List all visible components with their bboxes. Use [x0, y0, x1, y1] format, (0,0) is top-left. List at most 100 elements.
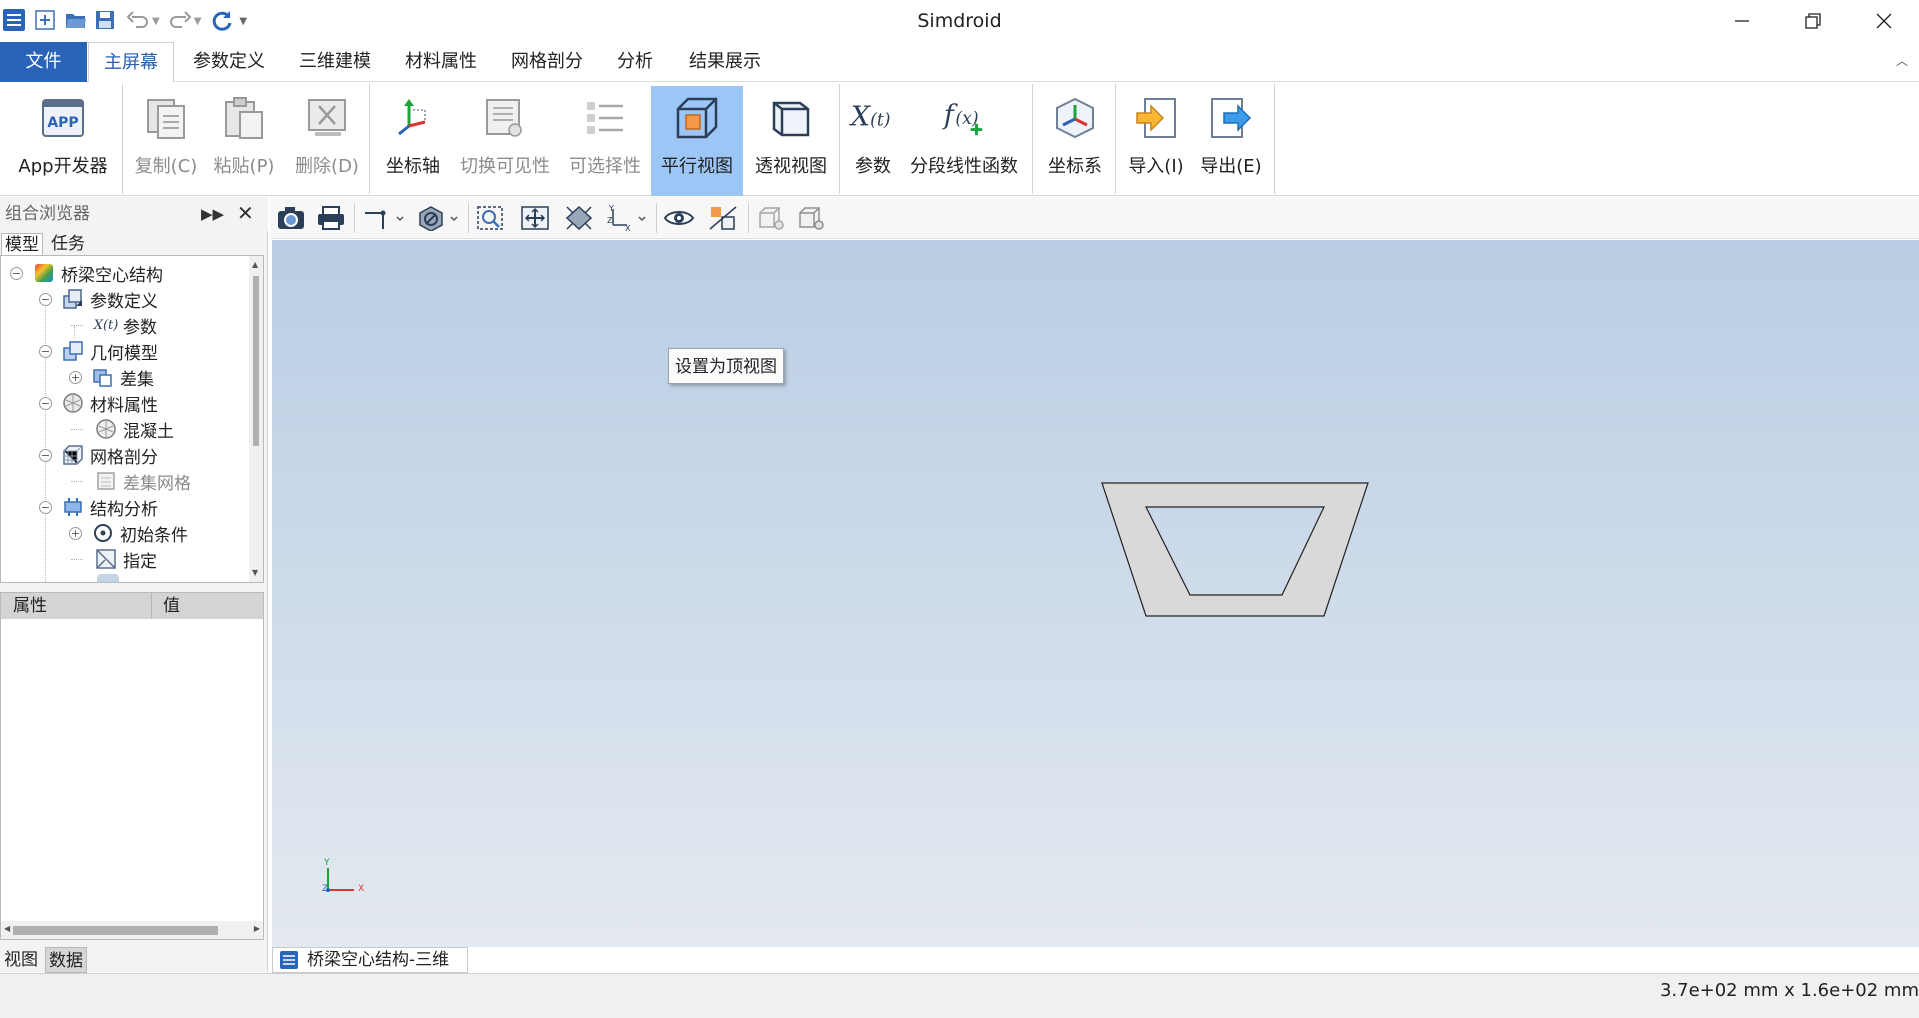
import-icon — [1132, 94, 1180, 142]
toggle-visibility-button[interactable]: 切换可见性 — [456, 86, 554, 196]
view-eye-icon[interactable] — [662, 203, 696, 233]
tab-model[interactable]: 模型 — [1, 233, 43, 255]
tree-item-initial-conditions[interactable]: + 初始条件 — [69, 520, 188, 546]
expand-icon[interactable]: + — [69, 526, 82, 540]
copy-button[interactable]: 复制(C) — [128, 86, 204, 196]
parallel-view-button[interactable]: 平行视图 — [651, 86, 743, 196]
standard-views-dropdown-icon[interactable]: YZ X — [604, 203, 650, 233]
tab-3d-modeling[interactable]: 三维建模 — [286, 42, 384, 82]
parameter-button[interactable]: X (t) 参数 — [845, 86, 901, 196]
section-plane-icon[interactable] — [706, 203, 740, 233]
fit-selection-icon[interactable] — [562, 203, 596, 233]
app-developer-button[interactable]: APP App开发器 — [8, 86, 118, 196]
toolbar-divider — [468, 203, 469, 233]
collapse-icon[interactable]: − — [39, 448, 52, 462]
export-button[interactable]: 导出(E) — [1196, 86, 1266, 196]
tab-analysis[interactable]: 分析 — [604, 42, 666, 82]
tab-home[interactable]: 主屏幕 — [88, 42, 174, 82]
tab-data[interactable]: 数据 — [45, 947, 87, 973]
tab-view[interactable]: 视图 — [1, 947, 41, 973]
light-box-alt-icon[interactable] — [794, 203, 828, 233]
property-scrollbar[interactable]: ◀ ▶ — [1, 921, 263, 939]
restore-button[interactable] — [1783, 4, 1843, 38]
box-zoom-icon[interactable] — [474, 203, 508, 233]
tree-item-mesh[interactable]: − 网格剖分 — [39, 442, 158, 468]
collapse-icon[interactable]: − — [39, 292, 52, 306]
delete-button[interactable]: 删除(D) — [284, 86, 370, 196]
tree-item-root[interactable]: − 桥梁空心结构 — [10, 260, 163, 286]
dimensions-readout: 3.7e+02 mm x 1.6e+02 mm — [1659, 980, 1919, 1001]
screenshot-camera-icon[interactable] — [274, 203, 308, 233]
tree-item-assign[interactable]: 指定 — [71, 546, 157, 572]
tree-item-parameter-definition[interactable]: − 参数定义 — [39, 286, 158, 312]
tree-scrollbar[interactable]: ▲ ▼ — [249, 256, 263, 582]
tab-material-properties[interactable]: 材料属性 — [392, 42, 490, 82]
bridge-hollow-section-shape[interactable] — [272, 240, 1919, 947]
tree-item-difference-mesh[interactable]: 差集网格 — [71, 468, 191, 494]
tree-item-parameter[interactable]: X(t) 参数 — [71, 312, 157, 338]
parallel-view-icon — [673, 94, 721, 142]
tree-item-label: 参数定义 — [90, 291, 158, 312]
tree-item-label: 差集 — [120, 369, 154, 390]
measure-dropdown-icon[interactable] — [360, 203, 406, 233]
collapse-icon[interactable]: − — [39, 396, 52, 410]
fit-all-icon[interactable] — [518, 203, 552, 233]
tab-task[interactable]: 任务 — [48, 233, 88, 255]
axis-y-label: Y — [324, 858, 330, 868]
3d-viewport[interactable]: 设置为顶视图 Y X Z — [272, 240, 1919, 947]
tree-item-geometry[interactable]: − 几何模型 — [39, 338, 158, 364]
minimize-button[interactable] — [1712, 4, 1772, 38]
scroll-down-icon[interactable]: ▼ — [252, 568, 258, 577]
close-panel-icon[interactable]: ✕ — [237, 201, 254, 225]
close-button[interactable] — [1854, 4, 1914, 38]
piecewise-linear-button[interactable]: f (x) 分段线性函数 — [906, 86, 1022, 196]
print-icon[interactable] — [314, 203, 348, 233]
document-tab[interactable]: 桥梁空心结构-三维 — [272, 947, 468, 973]
axis-button[interactable]: 坐标轴 — [374, 86, 452, 196]
collapse-icon[interactable]: − — [39, 500, 52, 514]
tree-item-label: 结构分析 — [90, 499, 158, 520]
expand-icon[interactable]: + — [69, 370, 82, 384]
coordinate-system-label: 坐标系 — [1048, 156, 1102, 177]
light-box-icon[interactable] — [754, 203, 788, 233]
import-button[interactable]: 导入(I) — [1121, 86, 1191, 196]
tree-item-label: 初始条件 — [120, 525, 188, 546]
scroll-up-icon[interactable]: ▲ — [252, 260, 258, 269]
ribbon-divider — [122, 84, 123, 194]
collapse-icon[interactable]: − — [10, 266, 23, 280]
function-icon: f (x) — [940, 94, 988, 142]
axis-z-label: Z — [322, 884, 329, 894]
structural-analysis-icon — [62, 496, 84, 518]
svg-text:APP: APP — [47, 115, 78, 131]
collapse-icon[interactable]: − — [39, 344, 52, 358]
toolbar-divider — [354, 203, 355, 233]
tab-parameter-definition[interactable]: 参数定义 — [180, 42, 278, 82]
scrollbar-thumb[interactable] — [253, 276, 259, 446]
collapse-ribbon-icon[interactable]: ︿ — [1896, 52, 1908, 69]
tab-results[interactable]: 结果展示 — [676, 42, 774, 82]
tree-connector — [71, 428, 83, 430]
draw-style-dropdown-icon[interactable] — [416, 203, 462, 233]
scroll-right-icon[interactable]: ▶ — [254, 924, 260, 933]
tree-item-structural-analysis[interactable]: − 结构分析 — [39, 494, 158, 520]
paste-button[interactable]: 粘贴(P) — [206, 86, 282, 196]
tree-item-concrete[interactable]: 混凝土 — [71, 416, 174, 442]
tree-item-difference[interactable]: + 差集 — [69, 364, 154, 390]
coordinate-system-button[interactable]: 坐标系 — [1038, 86, 1112, 196]
axis-icon — [389, 94, 437, 142]
tab-mesh[interactable]: 网格剖分 — [498, 42, 596, 82]
combo-browser-panel: 组合浏览器 ▶▶ ✕ 模型 任务 − 桥梁空心结构 − 参数定义 X(t) 参数 — [0, 197, 268, 973]
tree-item-material[interactable]: − 材料属性 — [39, 390, 158, 416]
perspective-view-button[interactable]: 透视视图 — [746, 86, 836, 196]
property-name-header: 属性 — [13, 596, 47, 616]
scrollbar-thumb[interactable] — [13, 926, 218, 935]
toolbar-divider — [656, 203, 657, 233]
tab-file[interactable]: 文件 — [0, 42, 87, 82]
selectability-button[interactable]: 可选择性 — [564, 86, 646, 196]
scroll-left-icon[interactable]: ◀ — [4, 924, 10, 933]
svg-text:(t): (t) — [870, 111, 890, 131]
export-label: 导出(E) — [1200, 156, 1262, 177]
dock-arrows-icon[interactable]: ▶▶ — [201, 205, 224, 223]
material-icon — [62, 392, 84, 414]
svg-text:Y: Y — [608, 205, 614, 213]
